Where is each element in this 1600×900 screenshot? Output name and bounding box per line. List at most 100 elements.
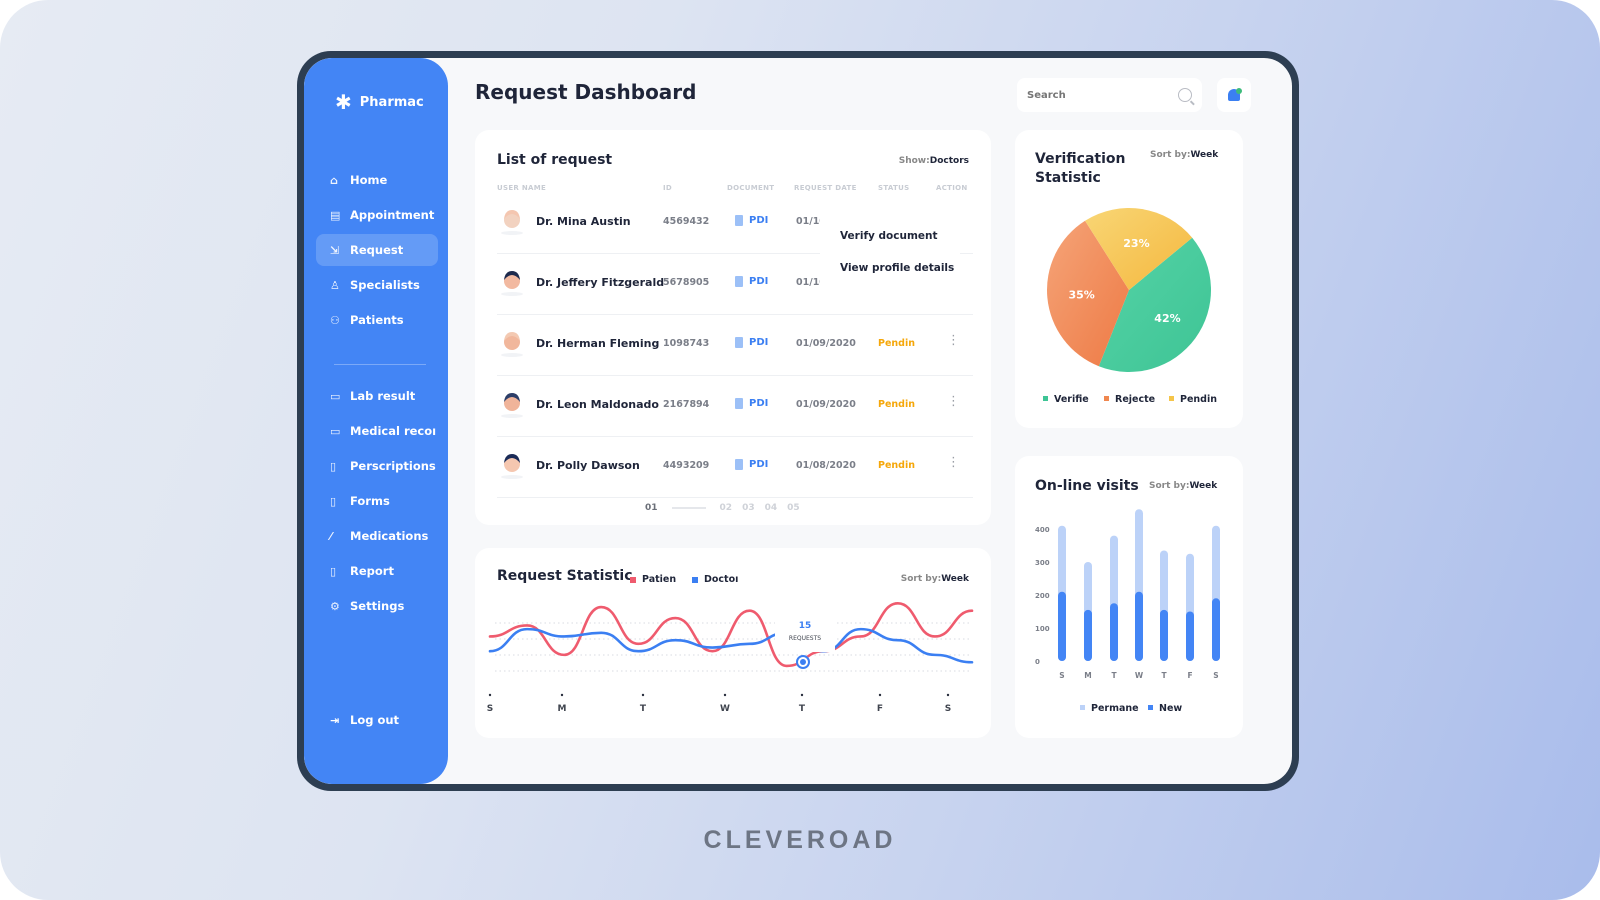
x-tick-label: M — [558, 704, 567, 714]
view-profile-option[interactable]: View profile details — [840, 262, 954, 274]
y-tick-label: 0 — [1035, 658, 1040, 666]
search-box[interactable] — [1017, 78, 1202, 112]
sidebar-item-settings[interactable]: ⚙ Settings — [316, 590, 438, 622]
document-link[interactable]: PDI — [735, 459, 768, 470]
legend-swatch — [1148, 705, 1153, 710]
page-01[interactable]: 01 — [645, 503, 658, 513]
col-request-date: REQUEST DATE — [794, 184, 857, 192]
cleveroad-logo: CLEVEROAD — [703, 826, 897, 854]
search-input[interactable] — [1027, 89, 1167, 101]
avatar — [501, 332, 523, 357]
legend-label: New — [1159, 703, 1182, 714]
bar-new[interactable] — [1058, 591, 1066, 661]
document-link[interactable]: PDI — [735, 337, 768, 348]
tooltip-bg — [775, 614, 835, 652]
file-icon — [735, 215, 743, 226]
x-tick-label: S — [945, 704, 951, 714]
bar-new[interactable] — [1135, 591, 1143, 661]
sidebar-item-request[interactable]: ⇲ Request — [316, 234, 438, 266]
x-tick-label: T — [799, 704, 806, 714]
series-line-patien — [488, 602, 974, 668]
doctor-name[interactable]: Dr. Jeffery Fitzgerald — [536, 276, 664, 289]
legend-swatch — [1104, 396, 1109, 401]
sidebar-item-specialists[interactable]: ♙ Specialists — [316, 269, 438, 301]
status-badge: Pendin — [878, 338, 915, 349]
sidebar-divider — [334, 364, 426, 365]
document-link[interactable]: PDI — [735, 398, 768, 409]
document-label: PDI — [749, 398, 769, 409]
table-row[interactable]: Dr. Herman Fleming 1098743 PDI 01/09/2020 Pe… — [497, 315, 973, 376]
settings-icon: ⚙ — [330, 599, 340, 613]
pie-label: 23% — [1123, 237, 1149, 250]
page-04[interactable]: 04 — [765, 503, 778, 513]
bar-new[interactable] — [1160, 609, 1168, 661]
logout-button[interactable]: ⇥ Log out — [330, 713, 399, 727]
document-link[interactable]: PDI — [735, 276, 768, 287]
request-id: 4569432 — [663, 216, 710, 227]
sidebar-item-appointment[interactable]: ▤ Appointment — [316, 199, 438, 231]
x-tick-label: F — [877, 704, 883, 714]
brand-logo[interactable]: ✱ Pharmac — [335, 92, 424, 112]
page-02[interactable]: 02 — [720, 503, 733, 513]
bar-new[interactable] — [1110, 603, 1118, 661]
tooltip-point-inner — [800, 659, 806, 665]
brand-name: Pharmac — [359, 94, 424, 110]
bar-new[interactable] — [1186, 611, 1194, 662]
table-row[interactable]: Dr. Leon Maldonado 2167894 PDI 01/09/2020 Pe… — [497, 376, 973, 437]
page-05[interactable]: 05 — [787, 503, 800, 513]
legend-label: Permane — [1091, 703, 1139, 714]
more-options-icon[interactable]: ⋮ — [947, 455, 960, 470]
x-tick-dot — [560, 693, 564, 697]
pipette-icon: ⁄ — [330, 529, 332, 543]
sidebar-item-home[interactable]: ⌂ Home — [316, 164, 438, 196]
pagination: 01 02 03 04 05 — [645, 503, 800, 513]
x-tick-label: W — [1135, 671, 1144, 680]
table-row[interactable]: Dr. Polly Dawson 4493209 PDI 01/08/2020 Pend… — [497, 437, 973, 498]
sidebar-item-medical-reco[interactable]: ▭ Medical recoı — [316, 415, 438, 447]
tablet-frame: ✱ Pharmac ⌂ Home ▤ Appointment ⇲ Request ♙ Spec… — [297, 51, 1299, 791]
search-icon[interactable] — [1178, 88, 1192, 102]
sidebar-item-lab-result[interactable]: ▭ Lab result — [316, 380, 438, 412]
secondary-nav: ▭ Lab result ▭ Medical recoı ▯ Perscriptions ▯… — [316, 380, 438, 625]
bar-new[interactable] — [1212, 598, 1220, 661]
doctor-name[interactable]: Dr. Polly Dawson — [536, 459, 640, 472]
sidebar-item-perscriptions[interactable]: ▯ Perscriptions — [316, 450, 438, 482]
verify-document-option[interactable]: Verify document — [840, 230, 938, 242]
bar-new[interactable] — [1084, 609, 1092, 661]
request-list-card: List of request Show:Doctors USER NAME I… — [475, 130, 991, 525]
page-title: Request Dashboard — [475, 80, 697, 104]
logout-icon: ⇥ — [330, 713, 340, 727]
col-user-name: USER NAME — [497, 184, 547, 192]
lab-icon: ▭ — [330, 389, 341, 403]
sidebar-item-report[interactable]: ▯ Report — [316, 555, 438, 587]
page-03[interactable]: 03 — [742, 503, 755, 513]
more-options-icon[interactable]: ⋮ — [947, 394, 960, 409]
avatar — [501, 271, 523, 296]
doctor-name[interactable]: Dr. Mina Austin — [536, 215, 631, 228]
document-label: PDI — [749, 459, 769, 470]
notifications-button[interactable] — [1217, 78, 1251, 112]
more-options-icon[interactable]: ⋮ — [947, 333, 960, 348]
file-icon — [735, 398, 743, 409]
doctor-name[interactable]: Dr. Leon Maldonado — [536, 398, 659, 411]
y-tick-label: 300 — [1035, 559, 1050, 567]
col-action: ACTION — [936, 184, 968, 192]
document-link[interactable]: PDI — [735, 215, 768, 226]
series-line-doctoı — [488, 627, 974, 664]
show-filter[interactable]: Show:Doctors — [899, 156, 969, 166]
bar-chart: 0 100 200 300 400 S M T W T F S Permane New — [1035, 509, 1220, 714]
sidebar-item-label: Medical recoı — [350, 424, 437, 438]
legend-swatch — [1080, 705, 1085, 710]
request-id: 5678905 — [663, 277, 710, 288]
file-icon: ▯ — [330, 459, 337, 473]
request-date: 01/09/2020 — [796, 399, 856, 410]
sidebar-item-forms[interactable]: ▯ Forms — [316, 485, 438, 517]
show-value: Doctors — [929, 156, 969, 166]
sidebar-item-medications[interactable]: ⁄ Medications — [316, 520, 438, 552]
sidebar-item-label: Home — [350, 173, 388, 187]
legend-label: Pendin — [1180, 394, 1217, 405]
x-tick-label: F — [1187, 671, 1192, 680]
sidebar-item-patients[interactable]: ⚇ Patients — [316, 304, 438, 336]
doctor-name[interactable]: Dr. Herman Fleming — [536, 337, 659, 350]
verification-statistic-card: Verification Statistic Sort by:Week 42% 3… — [1015, 130, 1243, 428]
